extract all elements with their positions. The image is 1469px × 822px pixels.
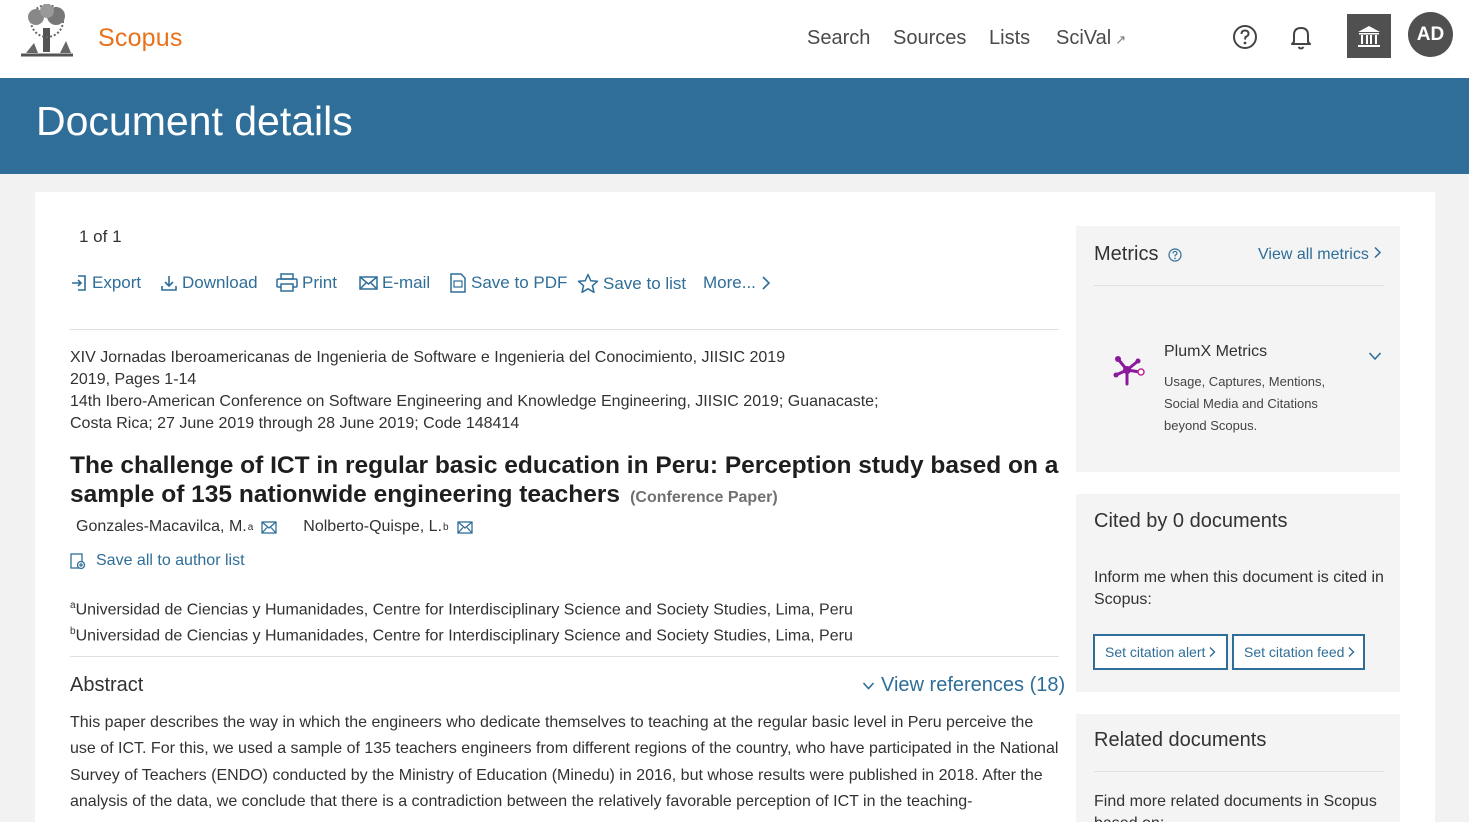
save-to-pdf-label: Save to PDF — [471, 273, 568, 292]
nav-sources[interactable]: Sources — [893, 27, 966, 50]
chevron-right-icon — [1348, 647, 1355, 657]
page-banner: Document details — [0, 78, 1469, 174]
email-label: E-mail — [382, 273, 431, 292]
email-icon — [359, 276, 378, 290]
author-email-icon[interactable] — [456, 520, 473, 534]
set-citation-feed-label: Set citation feed — [1244, 644, 1345, 660]
download-label: Download — [182, 273, 258, 292]
save-to-list-button[interactable]: Save to list — [577, 273, 686, 294]
more-label: More... — [703, 273, 756, 292]
document-title: The challenge of ICT in regular basic ed… — [70, 451, 1070, 512]
cited-by-text: Inform me when this document is cited in… — [1094, 569, 1384, 608]
external-link-icon: ↗ — [1115, 32, 1127, 47]
author-list: Gonzales-Macavilca, M. a Nolberto-Quispe,… — [76, 518, 499, 536]
affiliation-text: Universidad de Ciencias y Humanidades, C… — [75, 627, 853, 645]
chevron-down-icon — [862, 681, 875, 690]
chevron-right-icon — [1374, 246, 1382, 259]
conference-details: Costa Rica; 27 June 2019 through 28 June… — [70, 415, 520, 432]
nav-search[interactable]: Search — [807, 27, 870, 50]
view-references-link[interactable]: View references (18) — [862, 674, 1065, 697]
related-documents-text: Find more related documents in Scopus ba… — [1094, 793, 1377, 822]
save-to-pdf-button[interactable]: Save to PDF — [449, 273, 567, 293]
help-icon[interactable] — [1232, 24, 1258, 50]
affiliation-text: Universidad de Ciencias y Humanidades, C… — [75, 601, 853, 619]
abstract-heading: Abstract — [70, 674, 144, 696]
related-documents-panel: Related documents Find more related docu… — [1076, 714, 1400, 822]
affiliation-divider — [70, 656, 1059, 657]
affiliation-item: bUniversidad de Ciencias y Humanidades, … — [70, 621, 853, 647]
set-citation-alert-button[interactable]: Set citation alert — [1093, 634, 1228, 670]
star-icon — [577, 273, 599, 294]
nav-scival[interactable]: SciVal ↗ — [1056, 27, 1126, 50]
chevron-right-icon — [1209, 647, 1216, 657]
nav-lists[interactable]: Lists — [989, 27, 1030, 50]
email-button[interactable]: E-mail — [359, 273, 430, 293]
nav-scival-label: SciVal — [1056, 27, 1112, 49]
conference-name: 14th Ibero-American Conference on Softwa… — [70, 393, 879, 410]
plumx-description: Usage, Captures, Mentions, Social Media … — [1164, 374, 1326, 433]
export-button[interactable]: Export — [70, 273, 141, 293]
print-button[interactable]: Print — [276, 273, 337, 293]
toolbar-divider — [70, 329, 1059, 330]
top-navigation-bar: Scopus Search Sources Lists SciVal ↗ AD — [0, 0, 1469, 78]
author-link[interactable]: Gonzales-Macavilca, M. a — [76, 518, 253, 536]
document-type: (Conference Paper) — [630, 489, 778, 506]
source-info: XIV Jornadas Iberoamericanas de Ingenier… — [70, 347, 879, 435]
chevron-down-icon[interactable] — [1368, 351, 1382, 361]
view-references-label: View references (18) — [881, 674, 1066, 696]
institution-icon — [1358, 26, 1380, 47]
author-name: Gonzales-Macavilca, M. — [76, 518, 247, 535]
related-documents-heading: Related documents — [1094, 729, 1267, 751]
metrics-panel: Metrics View all metrics PlumX Metrics U… — [1076, 226, 1400, 472]
cited-by-heading: Cited by 0 documents — [1094, 510, 1288, 532]
download-button[interactable]: Download — [160, 273, 258, 293]
elsevier-tree-logo[interactable] — [16, 3, 78, 58]
metrics-divider — [1094, 285, 1384, 286]
export-icon — [72, 275, 86, 291]
affiliations: aUniversidad de Ciencias y Humanidades, … — [70, 595, 853, 648]
author-email-icon[interactable] — [261, 520, 277, 534]
chevron-right-icon — [762, 276, 771, 290]
page-title: Document details — [36, 98, 353, 144]
pdf-icon — [450, 273, 466, 293]
save-all-label: Save all to author list — [96, 552, 245, 569]
source-pages: 2019, Pages 1-14 — [70, 371, 197, 388]
save-all-to-author-list[interactable]: Save all to author list — [70, 552, 245, 570]
set-citation-feed-button[interactable]: Set citation feed — [1232, 634, 1365, 670]
affiliation-item: aUniversidad de Ciencias y Humanidades, … — [70, 595, 853, 621]
institution-button[interactable] — [1347, 14, 1391, 58]
plumx-icon — [1113, 356, 1145, 386]
result-pager: 1 of 1 — [79, 227, 122, 246]
metrics-heading-text: Metrics — [1094, 243, 1159, 265]
export-label: Export — [92, 273, 142, 292]
source-title[interactable]: XIV Jornadas Iberoamericanas de Ingenier… — [70, 347, 879, 369]
print-label: Print — [302, 273, 337, 292]
user-avatar[interactable]: AD — [1408, 12, 1453, 57]
save-to-list-label: Save to list — [603, 273, 687, 293]
view-all-metrics-label: View all metrics — [1258, 246, 1369, 263]
download-icon — [161, 276, 177, 291]
info-icon[interactable] — [1168, 247, 1183, 262]
bell-icon[interactable] — [1288, 23, 1314, 51]
author-link[interactable]: Nolberto-Quispe, L. b — [303, 518, 448, 536]
cited-by-panel: Cited by 0 documents Inform me when this… — [1076, 494, 1400, 692]
more-button[interactable]: More... — [703, 273, 776, 293]
author-affiliation-marker: b — [443, 521, 449, 533]
related-divider — [1094, 771, 1384, 772]
author-list-icon — [70, 553, 86, 570]
scopus-logo[interactable]: Scopus — [98, 24, 183, 53]
document-title-text: The challenge of ICT in regular basic ed… — [70, 452, 1059, 508]
print-icon — [276, 273, 298, 292]
author-affiliation-marker: a — [247, 521, 254, 533]
metrics-heading: Metrics — [1094, 243, 1183, 266]
view-all-metrics-link[interactable]: View all metrics — [1258, 246, 1382, 264]
author-name: Nolberto-Quispe, L. — [303, 518, 443, 535]
plumx-title[interactable]: PlumX Metrics — [1164, 343, 1267, 361]
set-citation-alert-label: Set citation alert — [1105, 644, 1206, 660]
abstract-text: This paper describes the way in which th… — [70, 714, 1059, 810]
